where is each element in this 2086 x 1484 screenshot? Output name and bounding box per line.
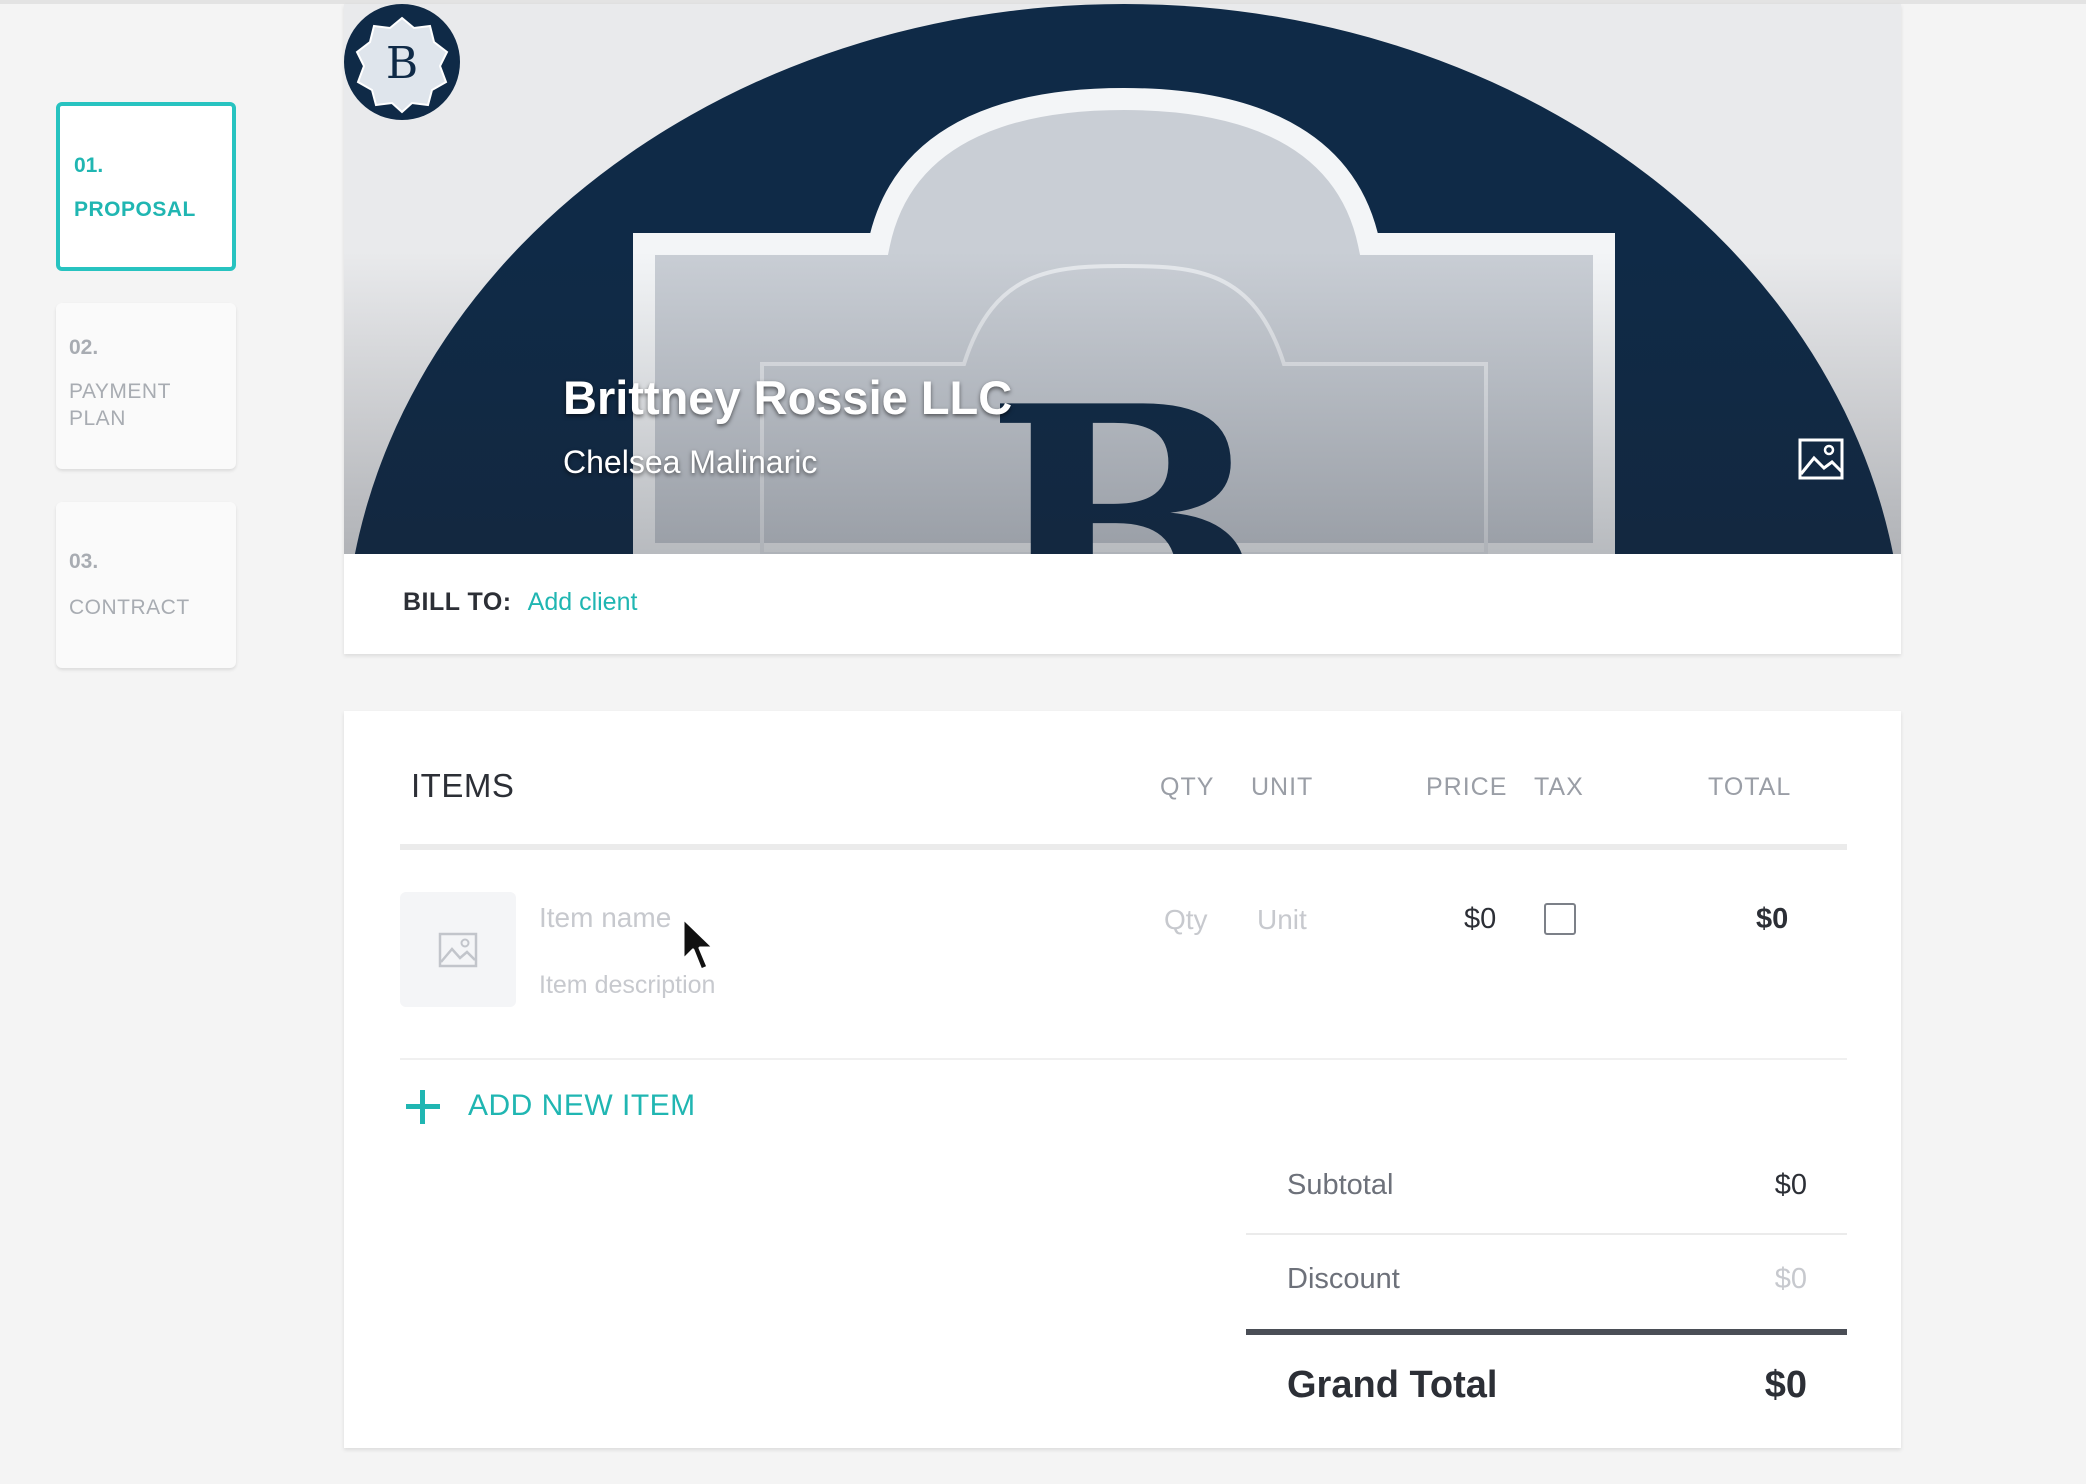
step-proposal[interactable]: 01. PROPOSAL — [56, 102, 236, 271]
step-number: 01. — [74, 154, 104, 177]
company-name[interactable]: Brittney Rossie LLC — [563, 370, 1012, 425]
step-label: PROPOSAL — [74, 198, 196, 221]
step-contract[interactable]: 03. CONTRACT — [56, 502, 236, 668]
item-tax-checkbox[interactable] — [1544, 903, 1576, 935]
change-banner-image-icon[interactable] — [1798, 438, 1844, 480]
add-client-link[interactable]: Add client — [528, 588, 638, 616]
logo-letter: B — [386, 38, 418, 89]
items-title: ITEMS — [411, 767, 515, 804]
row-divider — [400, 1058, 1847, 1060]
grand-total-label: Grand Total — [1287, 1364, 1498, 1406]
column-header-price: PRICE — [1426, 773, 1508, 801]
item-total: $0 — [1756, 903, 1789, 935]
step-payment-plan[interactable]: 02. PAYMENT PLAN — [56, 303, 236, 469]
header-divider — [400, 844, 1847, 850]
discount-label: Discount — [1287, 1263, 1400, 1295]
bill-to-row: BILL TO: Add client — [403, 588, 637, 617]
item-unit-input[interactable]: Unit — [1257, 904, 1307, 936]
item-description-input[interactable]: Item description — [539, 971, 715, 1000]
subtotal-label: Subtotal — [1287, 1169, 1394, 1201]
column-header-qty: QTY — [1160, 773, 1215, 801]
step-label: PAYMENT PLAN — [69, 380, 171, 430]
mouse-cursor-icon — [681, 916, 716, 972]
column-header-total: TOTAL — [1708, 773, 1792, 801]
subtotal-divider — [1246, 1233, 1847, 1235]
bill-to-label: BILL TO: — [403, 588, 512, 616]
step-number: 03. — [69, 550, 99, 573]
grand-total-divider — [1246, 1329, 1847, 1335]
column-header-tax: TAX — [1534, 773, 1584, 801]
subtotal-value: $0 — [1774, 1169, 1807, 1201]
plus-icon — [406, 1090, 440, 1124]
grand-total-value: $0 — [1764, 1364, 1807, 1406]
column-header-unit: UNIT — [1251, 773, 1314, 801]
item-name-input[interactable]: Item name — [539, 902, 671, 934]
items-card: ITEMS QTY UNIT PRICE TAX TOTAL Item name… — [344, 711, 1901, 1448]
proposal-header-card: B B Brittney Rossie LLC Chelsea Malinari… — [344, 4, 1901, 654]
item-price-input[interactable]: $0 — [1464, 903, 1496, 936]
image-placeholder-icon — [438, 932, 478, 968]
contact-name[interactable]: Chelsea Malinaric — [563, 444, 817, 481]
step-number: 02. — [69, 336, 99, 359]
item-image-upload[interactable] — [400, 892, 516, 1007]
discount-input[interactable]: $0 — [1607, 1263, 1807, 1296]
add-new-item-label: ADD NEW ITEM — [468, 1089, 696, 1122]
header-banner[interactable]: B B Brittney Rossie LLC Chelsea Malinari… — [344, 4, 1901, 554]
step-label: CONTRACT — [69, 596, 190, 619]
company-logo: B — [344, 4, 460, 120]
item-qty-input[interactable]: Qty — [1164, 904, 1208, 936]
